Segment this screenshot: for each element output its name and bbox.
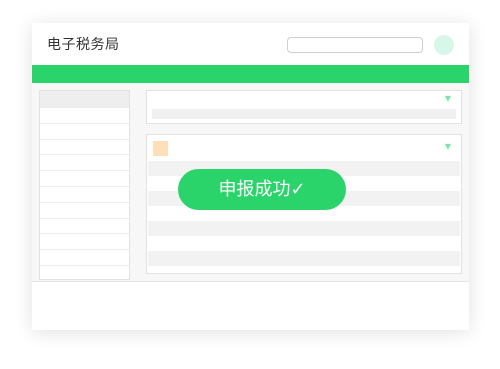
sidebar-item[interactable] — [40, 187, 129, 203]
title-bar: 电子税务局 — [32, 23, 469, 65]
app-title: 电子税务局 — [47, 37, 120, 53]
sidebar-item[interactable] — [40, 171, 129, 187]
filter-field[interactable] — [152, 109, 456, 119]
footer — [32, 282, 469, 330]
filter-panel: ▼ — [146, 90, 462, 124]
success-toast: 申报成功✓ — [178, 169, 346, 210]
marker-icon — [153, 141, 168, 156]
table-row — [148, 236, 460, 251]
sidebar-item[interactable] — [40, 266, 129, 279]
sidebar-item[interactable] — [40, 219, 129, 235]
sidebar-item[interactable] — [40, 203, 129, 219]
sidebar — [39, 90, 130, 280]
sidebar-item[interactable] — [40, 124, 129, 140]
sidebar-item[interactable] — [40, 91, 129, 108]
sidebar-item[interactable] — [40, 140, 129, 156]
search-input[interactable] — [287, 37, 423, 53]
chevron-down-icon[interactable]: ▼ — [443, 142, 453, 152]
sidebar-item[interactable] — [40, 234, 129, 251]
table-row — [148, 221, 460, 236]
sidebar-item[interactable] — [40, 250, 129, 266]
sidebar-item[interactable] — [40, 155, 129, 172]
sidebar-item[interactable] — [40, 108, 129, 124]
avatar[interactable] — [434, 35, 454, 55]
table-row — [148, 251, 460, 266]
nav-bar — [32, 65, 469, 83]
chevron-down-icon[interactable]: ▼ — [443, 94, 453, 104]
